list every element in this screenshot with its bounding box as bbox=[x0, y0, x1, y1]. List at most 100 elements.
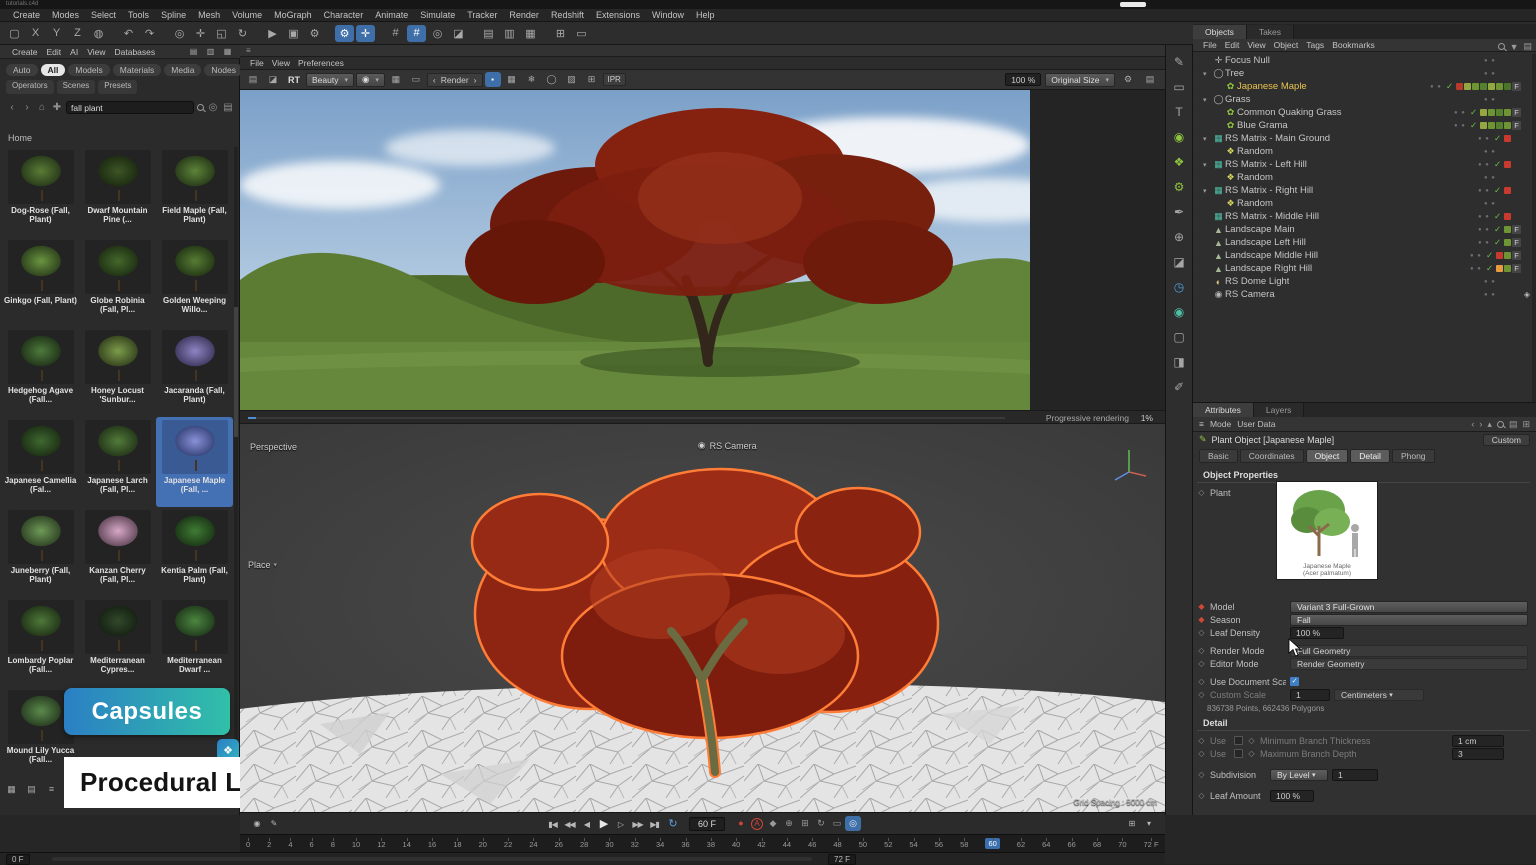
toolbar-icon[interactable]: ▥ bbox=[500, 25, 519, 42]
toolbar-icon[interactable]: ↶ bbox=[119, 25, 138, 42]
subfilter-chip[interactable]: Operators bbox=[6, 80, 54, 94]
object-row[interactable]: ▾ ▦ RS Matrix - Right Hill bbox=[1193, 184, 1536, 197]
menu-item[interactable]: Bookmarks bbox=[1328, 40, 1379, 50]
menu-item[interactable]: Edit bbox=[43, 47, 66, 57]
asset-item[interactable]: Mediterranean Cypres... bbox=[79, 597, 156, 687]
field-tag[interactable] bbox=[1511, 263, 1522, 274]
frame-tick[interactable]: 56 bbox=[935, 838, 943, 849]
palette-icon[interactable]: ▢ bbox=[1170, 328, 1188, 346]
asset-item[interactable]: Kanzan Cherry (Fall, Pl... bbox=[79, 507, 156, 597]
toolbar-icon[interactable]: ✛ bbox=[191, 25, 210, 42]
toolbar-icon[interactable]: ▦ bbox=[521, 25, 540, 42]
layout-pill[interactable] bbox=[1120, 2, 1146, 7]
expand-arrow-icon[interactable]: ▾ bbox=[1203, 161, 1212, 169]
toolbar-icon[interactable]: ◎ bbox=[428, 25, 447, 42]
add-icon[interactable]: ✚ bbox=[51, 102, 63, 113]
filter-icon[interactable]: ▨ bbox=[564, 72, 580, 87]
toolbar-icon[interactable]: ◎ bbox=[170, 25, 189, 42]
attribute-tab[interactable]: Phong bbox=[1392, 449, 1435, 463]
record-button[interactable]: ▭ bbox=[829, 816, 845, 831]
filter-chip[interactable]: Models bbox=[68, 64, 109, 76]
frame-tick[interactable]: 8 bbox=[331, 838, 335, 849]
use-document-scale-checkbox[interactable]: ✓ bbox=[1290, 677, 1299, 686]
menu-item[interactable]: Extensions bbox=[591, 10, 645, 20]
dock-icon[interactable]: ⊞ bbox=[1522, 419, 1530, 430]
frame-tick[interactable]: 20 bbox=[479, 838, 487, 849]
menu-item[interactable]: Volume bbox=[227, 10, 267, 20]
render-view-chrome[interactable]: ≡ bbox=[240, 45, 1165, 57]
menu-item[interactable]: Help bbox=[691, 10, 720, 20]
current-frame-field[interactable]: 60 F bbox=[689, 817, 725, 831]
menu-item[interactable]: Window bbox=[647, 10, 689, 20]
object-row[interactable]: ✿ Japanese Maple bbox=[1193, 80, 1536, 93]
menu-item[interactable]: View bbox=[268, 58, 294, 68]
object-label[interactable]: Landscape Left Hill bbox=[1225, 237, 1306, 248]
frame-tick[interactable]: 32 bbox=[631, 838, 639, 849]
record-button[interactable]: ⊕ bbox=[781, 816, 797, 831]
object-label[interactable]: Landscape Main bbox=[1225, 224, 1295, 235]
expand-arrow-icon[interactable]: ▾ bbox=[1203, 135, 1212, 143]
object-row[interactable]: ❖ Random bbox=[1193, 197, 1536, 210]
search-icon[interactable] bbox=[1498, 43, 1505, 50]
record-button[interactable]: ◎ bbox=[845, 816, 861, 831]
menu-item[interactable]: Simulate bbox=[415, 10, 460, 20]
menu-item[interactable]: Mesh bbox=[193, 10, 225, 20]
record-button[interactable]: ◆ bbox=[765, 816, 781, 831]
object-label[interactable]: Grass bbox=[1225, 94, 1250, 105]
panel-tab[interactable]: Takes bbox=[1247, 25, 1294, 39]
view-mode-icon[interactable]: ▦ bbox=[221, 46, 234, 57]
frame-tick[interactable]: 48 bbox=[833, 838, 841, 849]
asset-scrollbar[interactable] bbox=[234, 147, 238, 747]
asset-item[interactable]: Dwarf Mountain Pine (... bbox=[79, 147, 156, 237]
record-button[interactable]: A bbox=[751, 818, 763, 830]
enable-check-icon[interactable] bbox=[1498, 55, 1509, 66]
gear-icon[interactable]: ⚙ bbox=[1120, 72, 1136, 87]
palette-icon[interactable]: ❖ bbox=[1170, 153, 1188, 171]
palette-icon[interactable]: ⚙ bbox=[1170, 178, 1188, 196]
toolbar-icon[interactable]: ▤ bbox=[479, 25, 498, 42]
plant-preview-thumbnail[interactable]: Japanese Maple (Acer palmatum) bbox=[1276, 481, 1378, 580]
asset-item[interactable]: Globe Robinia (Fall, Pl... bbox=[79, 237, 156, 327]
enable-check-icon[interactable] bbox=[1492, 211, 1503, 222]
object-row[interactable]: ◐ RS Dome Light bbox=[1193, 275, 1536, 288]
frame-tick[interactable]: 30 bbox=[605, 838, 613, 849]
timeline-icon[interactable]: ◉ bbox=[248, 816, 265, 832]
object-label[interactable]: RS Camera bbox=[1225, 289, 1275, 300]
palette-icon[interactable]: ✐ bbox=[1170, 378, 1188, 396]
menu-item[interactable]: Tracker bbox=[462, 10, 502, 20]
tag-chips[interactable] bbox=[1503, 135, 1511, 142]
toolbar-icon[interactable]: Y bbox=[47, 25, 66, 42]
menu-item[interactable]: Create bbox=[8, 10, 45, 20]
region-icon[interactable]: ◯ bbox=[544, 72, 560, 87]
asset-item[interactable]: Japanese Maple (Fall, ... bbox=[156, 417, 233, 507]
layers-icon[interactable]: ▤ bbox=[1509, 419, 1518, 430]
timeline-icon[interactable]: ▾ bbox=[1140, 816, 1157, 832]
asset-item[interactable]: Honey Locust 'Sunbur... bbox=[79, 327, 156, 417]
nav-up-icon[interactable]: ▴ bbox=[1487, 419, 1492, 430]
custom-scale-field[interactable]: 1 bbox=[1290, 689, 1330, 701]
leaf-density-field[interactable]: 100 % bbox=[1290, 627, 1344, 639]
field-tag[interactable] bbox=[1511, 107, 1522, 118]
object-label[interactable]: Random bbox=[1237, 172, 1273, 183]
frame-tick[interactable]: 44 bbox=[783, 838, 791, 849]
visibility-dots[interactable] bbox=[1478, 227, 1492, 233]
back-icon[interactable]: ‹ bbox=[6, 102, 18, 113]
menu-item[interactable]: Object bbox=[1270, 40, 1303, 50]
menu-item[interactable]: Edit bbox=[1221, 40, 1244, 50]
enable-check-icon[interactable] bbox=[1498, 276, 1509, 287]
expand-arrow-icon[interactable]: ▾ bbox=[1203, 96, 1212, 104]
section-detail[interactable]: Detail bbox=[1197, 715, 1530, 731]
frame-tick[interactable]: 68 bbox=[1093, 838, 1101, 849]
search-icon[interactable] bbox=[197, 104, 204, 111]
dof-icon[interactable]: ▦ bbox=[504, 72, 520, 87]
asset-item[interactable]: Ginkgo (Fall, Plant) bbox=[2, 237, 79, 327]
enable-check-icon[interactable] bbox=[1444, 81, 1455, 92]
layers-icon[interactable]: ▤ bbox=[1523, 41, 1532, 52]
frame-tick[interactable]: 12 bbox=[377, 838, 385, 849]
frame-tick[interactable]: 36 bbox=[681, 838, 689, 849]
frame-tick[interactable]: 24 bbox=[529, 838, 537, 849]
palette-icon[interactable]: ✒ bbox=[1170, 203, 1188, 221]
visibility-dots[interactable] bbox=[1478, 162, 1492, 168]
timeline-icon[interactable]: ✎ bbox=[265, 816, 282, 832]
menu-item[interactable]: Render bbox=[504, 10, 544, 20]
